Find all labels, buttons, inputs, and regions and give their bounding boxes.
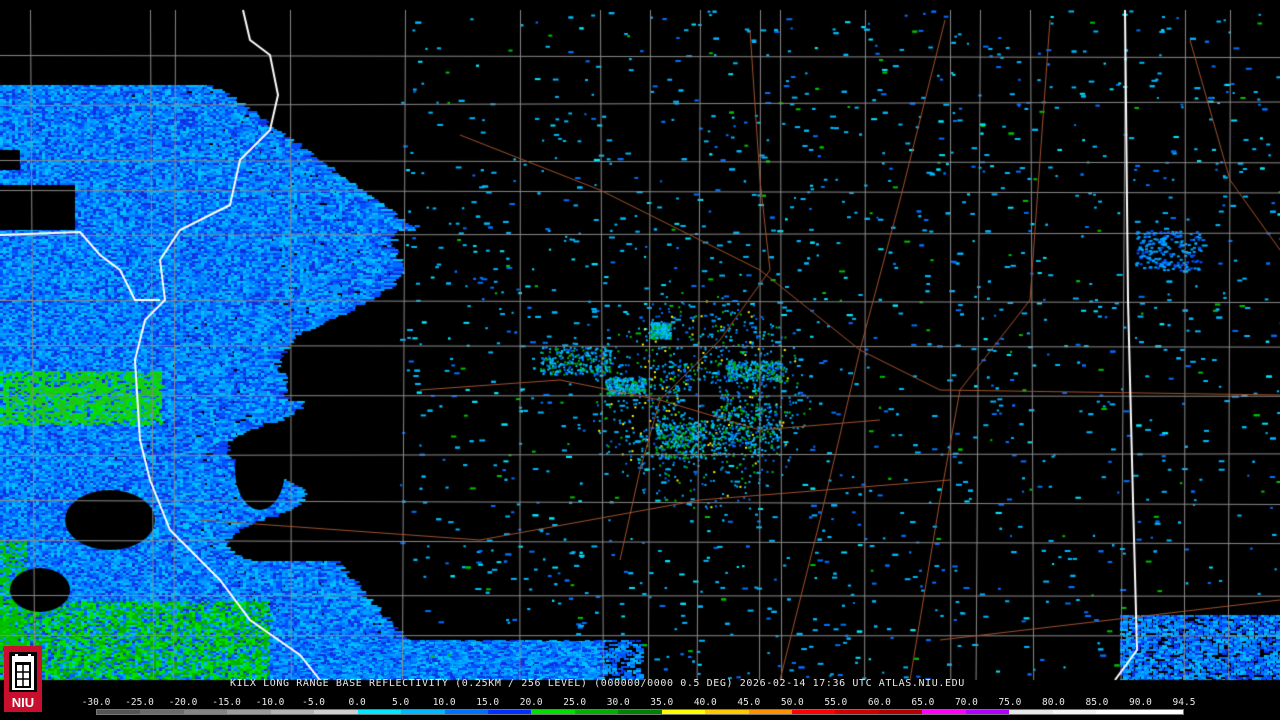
colorbar-swatch	[574, 710, 619, 714]
colorbar-tick-label: 94.5	[1172, 697, 1196, 708]
colorbar-tick-label: 10.0	[432, 697, 456, 708]
colorbar-tick-label: 35.0	[650, 697, 674, 708]
colorbar-swatch	[618, 710, 662, 714]
colorbar-swatch	[792, 710, 836, 714]
colorbar-tick-label: 90.0	[1129, 697, 1152, 708]
colorbar-swatch	[487, 710, 532, 714]
colorbar-tick-label: 0.0	[348, 697, 366, 708]
colorbar-swatch	[1052, 710, 1097, 714]
colorbar-tick-label: 70.0	[954, 697, 978, 708]
colorbar-swatch	[661, 710, 706, 714]
colorbar-tick-label: 60.0	[867, 697, 891, 708]
colorbar-tick-label: -20.0	[168, 697, 198, 708]
colorbar-swatch	[140, 710, 184, 714]
colorbar-tick-label: -10.0	[255, 697, 285, 708]
colorbar-swatch	[357, 710, 402, 714]
colorbar-tick-label: -25.0	[125, 697, 154, 708]
colorbar-tick-label: -15.0	[212, 697, 241, 708]
colorbar-swatch	[835, 710, 879, 714]
colorbar-tick-label: 15.0	[476, 697, 500, 708]
colorbar-tick-label: 30.0	[606, 697, 630, 708]
colorbar-swatch	[705, 710, 749, 714]
colorbar-tick-label: 75.0	[998, 697, 1022, 708]
niu-logo: NIU	[4, 646, 42, 712]
colorbar-swatch	[531, 710, 575, 714]
colorbar-tick-label: 50.0	[780, 697, 804, 708]
colorbar-labels: -30.0 -25.0 -20.0 -15.0 -10.0 -5.0 0.0 5.0 10.0 1…	[82, 697, 1196, 709]
radar-map	[0, 0, 1280, 720]
colorbar-swatch	[270, 710, 315, 714]
colorbar-swatch	[314, 710, 358, 714]
colorbar-tick-label: 40.0	[693, 697, 717, 708]
colorbar	[96, 709, 1184, 715]
product-title: KILX LONG RANGE BASE REFLECTIVITY (0.25K…	[230, 678, 965, 689]
colorbar-tick-label: 5.0	[392, 697, 410, 708]
colorbar-swatch	[878, 710, 923, 714]
colorbar-swatch	[922, 710, 966, 714]
colorbar-tick-label: 25.0	[563, 697, 587, 708]
colorbar-swatch	[965, 710, 1010, 714]
colorbar-swatch	[401, 710, 445, 714]
colorbar-tick-label: 20.0	[519, 697, 543, 708]
colorbar-swatch	[748, 710, 792, 714]
colorbar-tick-label: -5.0	[302, 697, 326, 708]
logo-text: NIU	[12, 695, 34, 710]
colorbar-swatch	[1139, 710, 1183, 714]
colorbar-swatch	[97, 710, 141, 714]
colorbar-swatch	[227, 710, 271, 714]
colorbar-swatch	[1096, 710, 1140, 714]
colorbar-tick-label: -30.0	[81, 697, 111, 708]
colorbar-tick-label: 55.0	[824, 697, 848, 708]
colorbar-tick-label: 85.0	[1085, 697, 1109, 708]
colorbar-swatch	[1009, 710, 1053, 714]
colorbar-tick-label: 80.0	[1041, 697, 1065, 708]
colorbar-tick-label: 45.0	[737, 697, 761, 708]
colorbar-tick-label: 65.0	[911, 697, 935, 708]
colorbar-swatch	[444, 710, 488, 714]
colorbar-swatch	[183, 710, 228, 714]
